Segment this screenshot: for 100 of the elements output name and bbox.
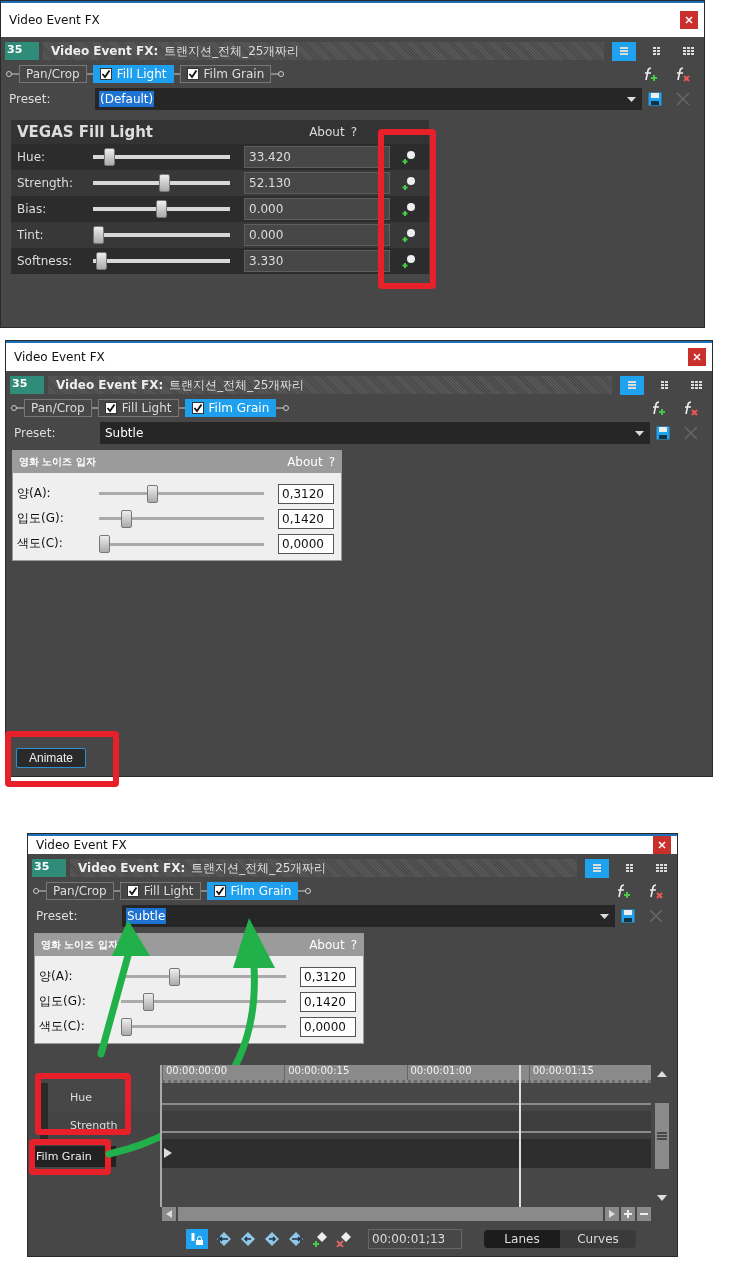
about-link[interactable]: About <box>309 125 345 139</box>
slider-thumb[interactable] <box>158 174 170 192</box>
close-button[interactable] <box>688 348 706 366</box>
add-keyframe-icon[interactable] <box>312 1231 328 1247</box>
effect-chain-tab[interactable]: Film Grain <box>179 65 272 83</box>
value-field[interactable]: 0,0000 <box>278 533 334 554</box>
first-keyframe-icon[interactable] <box>216 1231 232 1247</box>
value-field[interactable]: 0.000 <box>244 224 390 246</box>
close-icon <box>658 841 666 849</box>
add-keyframe-icon[interactable] <box>402 150 416 164</box>
view-mode-button[interactable] <box>620 375 644 395</box>
slider[interactable] <box>93 225 230 245</box>
effect-chain-tab[interactable]: Fill Light <box>97 399 179 417</box>
value-field[interactable]: 3.330 <box>244 250 390 272</box>
expand-icon[interactable] <box>164 1148 172 1158</box>
checkbox[interactable] <box>99 68 112 80</box>
slider-thumb[interactable] <box>156 200 167 218</box>
close-button[interactable] <box>653 836 671 854</box>
save-icon[interactable] <box>621 909 635 923</box>
preset-dropdown[interactable]: (Default) <box>95 88 642 110</box>
list-view-icon <box>619 46 629 56</box>
preset-dropdown[interactable]: Subtle <box>100 422 650 444</box>
preset-value: Subtle <box>126 908 167 924</box>
scroll-up-icon[interactable] <box>657 1071 667 1077</box>
slider-thumb[interactable] <box>99 534 110 553</box>
check-icon <box>214 886 225 896</box>
last-keyframe-icon[interactable] <box>288 1231 304 1247</box>
view-mode-button[interactable] <box>612 41 636 61</box>
chain-link-icon <box>173 73 180 75</box>
delete-keyframe-icon[interactable] <box>336 1231 352 1247</box>
close-icon <box>685 16 693 24</box>
save-icon[interactable] <box>648 92 662 106</box>
animate-button[interactable]: Animate <box>16 748 86 768</box>
value-field[interactable]: 0,3120 <box>300 966 356 987</box>
slider-thumb[interactable] <box>146 484 158 503</box>
add-keyframe-icon[interactable] <box>402 228 416 242</box>
chain-link-icon <box>113 890 120 892</box>
time-field[interactable]: 00:00:01;13 <box>368 1229 462 1249</box>
value-field[interactable]: 0,1420 <box>300 991 356 1012</box>
ruler-time: 00:00:01:15 <box>528 1065 651 1080</box>
effect-chain-tab[interactable]: Pan/Crop <box>19 65 87 83</box>
slider-thumb[interactable] <box>120 509 132 528</box>
checkbox[interactable] <box>126 885 139 897</box>
slider-thumb[interactable] <box>142 992 154 1011</box>
add-effect-icon[interactable] <box>642 66 658 82</box>
effect-chain-tab[interactable]: Pan/Crop <box>24 399 92 417</box>
slider[interactable] <box>93 251 230 271</box>
scroll-thumb[interactable] <box>655 1103 669 1169</box>
value-field[interactable]: 0.000 <box>244 198 390 220</box>
zoom-in-button[interactable] <box>621 1207 635 1221</box>
view-mode-button[interactable] <box>585 858 609 878</box>
slider-thumb[interactable] <box>121 1017 132 1036</box>
slider-thumb[interactable] <box>104 148 116 166</box>
add-keyframe-icon[interactable] <box>402 202 416 216</box>
checkbox[interactable] <box>186 68 199 80</box>
view-tab[interactable]: Lanes <box>484 1230 560 1248</box>
window-title: Video Event FX <box>9 13 100 27</box>
slider-thumb[interactable] <box>93 226 104 244</box>
add-keyframe-icon[interactable] <box>402 254 416 268</box>
horizontal-scrollbar[interactable] <box>178 1207 603 1221</box>
save-icon[interactable] <box>656 426 670 440</box>
slider-thumb[interactable] <box>168 967 180 986</box>
remove-effect-icon[interactable] <box>647 883 663 899</box>
effect-chain-tab[interactable]: Fill Light <box>119 882 201 900</box>
list-view-icon <box>592 863 602 873</box>
check-icon <box>127 886 138 896</box>
parameter-label: Tint: <box>17 228 45 242</box>
ruler-time: 00:00:00:15 <box>284 1065 407 1080</box>
value-field[interactable]: 0,0000 <box>300 1016 356 1037</box>
view-tab[interactable]: Curves <box>560 1230 636 1248</box>
add-keyframe-icon[interactable] <box>402 176 416 190</box>
close-button[interactable] <box>680 11 698 29</box>
value-field[interactable]: 33.420 <box>244 146 390 168</box>
effect-chain-tab[interactable]: Pan/Crop <box>46 882 114 900</box>
zoom-out-button[interactable] <box>637 1207 651 1221</box>
header-label: Video Event FX: <box>56 378 164 392</box>
remove-effect-icon[interactable] <box>674 66 690 82</box>
remove-effect-icon[interactable] <box>682 400 698 416</box>
scroll-left-button[interactable] <box>162 1207 176 1221</box>
previous-keyframe-icon[interactable] <box>240 1231 256 1247</box>
dropdown-caret-icon <box>627 96 636 102</box>
checkbox[interactable] <box>191 402 204 414</box>
add-effect-icon[interactable] <box>650 400 666 416</box>
grid-view-icon <box>660 380 668 390</box>
help-link[interactable]: ? <box>350 125 357 139</box>
scroll-down-icon[interactable] <box>657 1195 667 1201</box>
value-field[interactable]: 52.130 <box>244 172 390 194</box>
slider-thumb[interactable] <box>95 252 107 270</box>
sync-cursor-button[interactable] <box>186 1229 208 1249</box>
event-name: 트랜지션_전체_25개짜리 <box>169 376 305 394</box>
preset-dropdown[interactable]: Subtle <box>122 905 615 927</box>
value-field[interactable]: 0,3120 <box>278 483 334 504</box>
checkbox[interactable] <box>213 885 226 897</box>
value-field[interactable]: 0,1420 <box>278 508 334 529</box>
chain-connector-icon <box>32 887 46 895</box>
checkbox[interactable] <box>104 402 117 414</box>
add-effect-icon[interactable] <box>615 883 631 899</box>
scroll-right-button[interactable] <box>605 1207 619 1221</box>
parameter-label: Softness: <box>17 254 74 268</box>
next-keyframe-icon[interactable] <box>264 1231 280 1247</box>
